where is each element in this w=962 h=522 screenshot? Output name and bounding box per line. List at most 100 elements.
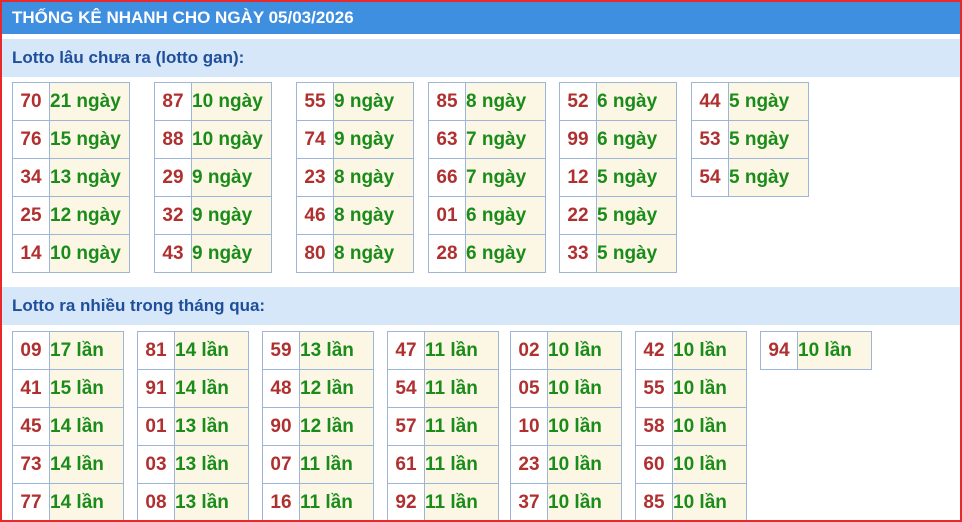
lotto-count: 5 ngày xyxy=(728,158,809,197)
lotto-number: 37 xyxy=(510,483,548,520)
lotto-number: 60 xyxy=(635,445,673,484)
lotto-number: 44 xyxy=(691,82,729,121)
lotto-count: 9 ngày xyxy=(333,120,414,159)
lotto-number: 80 xyxy=(296,234,334,273)
lotto-count: 11 lần xyxy=(424,331,499,370)
lotto-count: 10 lần xyxy=(547,483,622,520)
lotto-count: 15 lần xyxy=(49,369,124,408)
lotto-number: 07 xyxy=(262,445,300,484)
lotto-number: 45 xyxy=(12,407,50,446)
table-row: 66 7 ngày xyxy=(428,158,546,197)
lotto-number: 46 xyxy=(296,196,334,235)
table-row: 52 6 ngày xyxy=(559,82,677,121)
stat-group: 59 13 lần 48 12 lần 90 12 lần 07 11 lần 16 11 lần xyxy=(262,331,374,520)
table-row: 01 6 ngày xyxy=(428,196,546,235)
stat-group: 70 21 ngày 76 15 ngày 34 13 ngày 25 12 ngày 14 10… xyxy=(12,82,130,273)
table-row: 85 10 lần xyxy=(635,483,747,520)
lotto-count: 12 ngày xyxy=(49,196,130,235)
lotto-count: 5 ngày xyxy=(728,82,809,121)
lotto-count: 5 ngày xyxy=(728,120,809,159)
lotto-number: 85 xyxy=(428,82,466,121)
table-row: 55 9 ngày xyxy=(296,82,414,121)
lotto-number: 99 xyxy=(559,120,597,159)
table-row: 45 14 lần xyxy=(12,407,124,446)
table-row: 12 5 ngày xyxy=(559,158,677,197)
lotto-count: 5 ngày xyxy=(596,234,677,273)
lotto-count: 11 lần xyxy=(299,445,374,484)
section-heading-lotto-frequent: Lotto ra nhiều trong tháng qua: xyxy=(2,287,960,325)
lotto-number: 63 xyxy=(428,120,466,159)
table-row: 87 10 ngày xyxy=(154,82,272,121)
lotto-count: 10 lần xyxy=(672,407,747,446)
lotto-number: 41 xyxy=(12,369,50,408)
lotto-number: 81 xyxy=(137,331,175,370)
lotto-count: 5 ngày xyxy=(596,196,677,235)
lotto-count: 21 ngày xyxy=(49,82,130,121)
table-row: 76 15 ngày xyxy=(12,120,130,159)
lotto-count: 13 ngày xyxy=(49,158,130,197)
lotto-count: 9 ngày xyxy=(191,158,272,197)
table-row: 33 5 ngày xyxy=(559,234,677,273)
lotto-number: 55 xyxy=(635,369,673,408)
lotto-count: 10 ngày xyxy=(191,82,272,121)
lotto-number: 94 xyxy=(760,331,798,370)
section-heading-lotto-gan: Lotto lâu chưa ra (lotto gan): xyxy=(2,39,960,77)
table-row: 88 10 ngày xyxy=(154,120,272,159)
lotto-count: 13 lần xyxy=(174,483,249,520)
lotto-number: 70 xyxy=(12,82,50,121)
stat-table: 94 10 lần xyxy=(760,331,872,370)
lotto-number: 32 xyxy=(154,196,192,235)
lotto-number: 91 xyxy=(137,369,175,408)
lotto-number: 42 xyxy=(635,331,673,370)
stat-table: 52 6 ngày 99 6 ngày 12 5 ngày 22 5 ngày 33 5 ngày xyxy=(559,82,677,273)
table-row: 25 12 ngày xyxy=(12,196,130,235)
table-row: 59 13 lần xyxy=(262,331,374,370)
stat-group: 47 11 lần 54 11 lần 57 11 lần 61 11 lần 92 11 lần xyxy=(387,331,499,520)
lotto-count: 9 ngày xyxy=(191,196,272,235)
lotto-number: 76 xyxy=(12,120,50,159)
lotto-count: 8 ngày xyxy=(333,234,414,273)
lotto-number: 01 xyxy=(428,196,466,235)
lotto-number: 88 xyxy=(154,120,192,159)
lotto-count: 8 ngày xyxy=(333,158,414,197)
stats-panel: THỐNG KÊ NHANH CHO NGÀY 05/03/2026 Lotto… xyxy=(0,0,962,522)
stat-group: 42 10 lần 55 10 lần 58 10 lần 60 10 lần 85 10 lần xyxy=(635,331,747,520)
table-row: 61 11 lần xyxy=(387,445,499,484)
stat-group: 52 6 ngày 99 6 ngày 12 5 ngày 22 5 ngày 33 5 ngày xyxy=(559,82,677,273)
lotto-count: 15 ngày xyxy=(49,120,130,159)
table-row: 02 10 lần xyxy=(510,331,622,370)
lotto-number: 54 xyxy=(387,369,425,408)
lotto-number: 02 xyxy=(510,331,548,370)
table-row: 01 13 lần xyxy=(137,407,249,446)
lotto-number: 77 xyxy=(12,483,50,520)
table-row: 32 9 ngày xyxy=(154,196,272,235)
lotto-number: 47 xyxy=(387,331,425,370)
table-row: 91 14 lần xyxy=(137,369,249,408)
lotto-number: 48 xyxy=(262,369,300,408)
lotto-count: 6 ngày xyxy=(465,196,546,235)
lotto-count: 11 lần xyxy=(424,407,499,446)
table-row: 90 12 lần xyxy=(262,407,374,446)
table-row: 57 11 lần xyxy=(387,407,499,446)
table-row: 55 10 lần xyxy=(635,369,747,408)
page-title: THỐNG KÊ NHANH CHO NGÀY 05/03/2026 xyxy=(2,2,960,34)
lotto-count: 6 ngày xyxy=(596,120,677,159)
stat-table: 85 8 ngày 63 7 ngày 66 7 ngày 01 6 ngày 28 6 ngày xyxy=(428,82,546,273)
lotto-number: 53 xyxy=(691,120,729,159)
stat-table: 42 10 lần 55 10 lần 58 10 lần 60 10 lần 85 10 lần xyxy=(635,331,747,520)
stat-table: 02 10 lần 05 10 lần 10 10 lần 23 10 lần 37 10 lần xyxy=(510,331,622,520)
lotto-count: 14 lần xyxy=(174,369,249,408)
table-row: 46 8 ngày xyxy=(296,196,414,235)
lotto-count: 11 lần xyxy=(424,445,499,484)
table-row: 60 10 lần xyxy=(635,445,747,484)
table-row: 44 5 ngày xyxy=(691,82,809,121)
table-row: 10 10 lần xyxy=(510,407,622,446)
lotto-count: 13 lần xyxy=(174,445,249,484)
table-row: 22 5 ngày xyxy=(559,196,677,235)
lotto-count: 17 lần xyxy=(49,331,124,370)
table-row: 28 6 ngày xyxy=(428,234,546,273)
lotto-number: 16 xyxy=(262,483,300,520)
table-row: 43 9 ngày xyxy=(154,234,272,273)
table-row: 73 14 lần xyxy=(12,445,124,484)
lotto-number: 43 xyxy=(154,234,192,273)
